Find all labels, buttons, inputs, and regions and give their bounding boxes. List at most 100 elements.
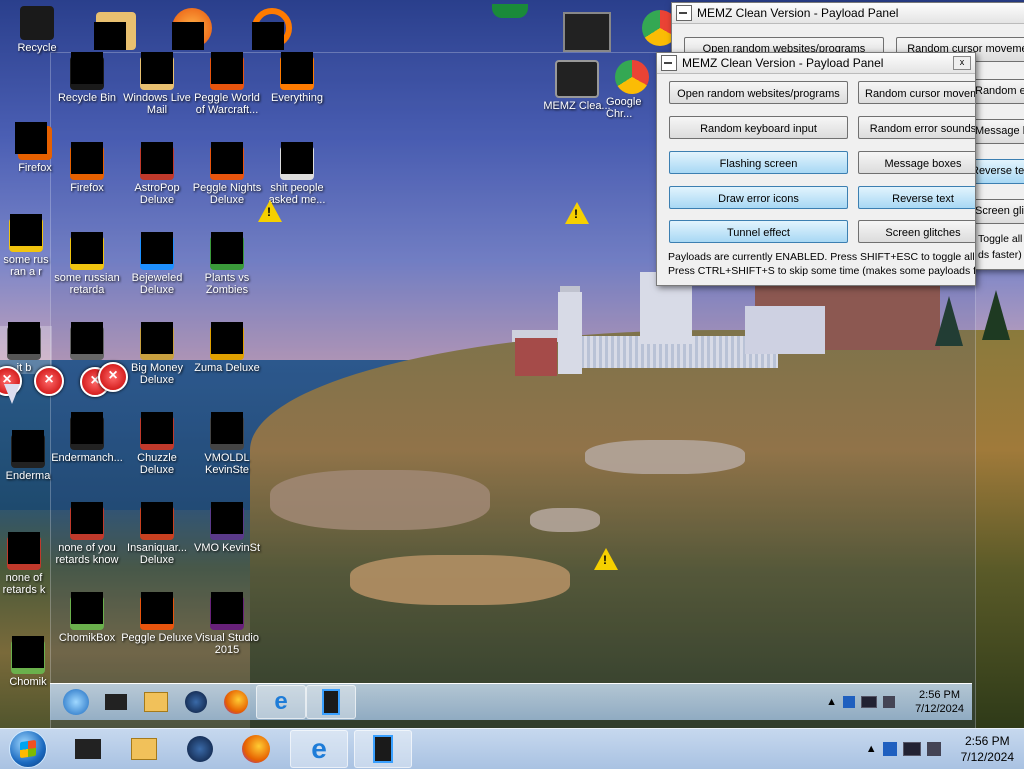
random-keyboard-button[interactable]: Random keyboard input <box>669 116 848 139</box>
media-player-button[interactable] <box>180 733 220 765</box>
censor-block <box>141 322 173 354</box>
desktop-icon-label: Big Money Deluxe <box>131 362 183 386</box>
peggle-icon[interactable] <box>172 8 212 50</box>
censor-block <box>281 52 313 84</box>
draw-error-icons-button[interactable]: Draw error icons <box>669 186 848 209</box>
panel-titlebar[interactable]: MEMZ Clean Version - Payload Panel x <box>657 53 975 74</box>
censor-block <box>71 322 103 354</box>
desktop-icon-label: ChomikBox <box>58 632 116 644</box>
censor-block <box>12 430 44 462</box>
flashing-screen-button[interactable]: Flashing screen <box>669 151 848 174</box>
desktop-icon-label: Plants vs Zombies <box>204 272 250 296</box>
desktop-icon[interactable]: VMO KevinSt <box>190 502 264 554</box>
media-player-icon <box>187 736 213 762</box>
enderman-icon <box>11 430 45 468</box>
desktop-icon[interactable]: Big Money Deluxe <box>120 322 194 386</box>
desktop-icon-chrome[interactable]: Google Chr... <box>606 60 658 120</box>
inner-clock: 2:56 PM 7/12/2024 <box>915 688 964 716</box>
desktop-icon[interactable]: Windows Live Mail <box>120 52 194 116</box>
desktop-icon-label: some russian retarda <box>54 272 120 296</box>
censor-block <box>141 52 173 84</box>
clock[interactable]: 2:56 PM 7/12/2024 <box>961 733 1014 765</box>
panel-title: MEMZ Clean Version - Payload Panel <box>682 56 884 70</box>
monitor-icon[interactable] <box>902 742 921 756</box>
shortcut-icon <box>70 322 104 360</box>
media-center-icon <box>96 686 136 718</box>
payload-panel[interactable]: MEMZ Clean Version - Payload Panel x Ope… <box>656 52 976 286</box>
explorer-icon <box>131 738 157 760</box>
censor-block <box>141 232 173 264</box>
desktop-icon[interactable]: none of you retards know <box>50 502 124 566</box>
desktop-icon[interactable]: some russian retarda <box>50 232 124 296</box>
desktop-icon[interactable]: Peggle Nights Deluxe <box>190 142 264 206</box>
volume-icon[interactable] <box>926 742 941 756</box>
desktop-icon[interactable]: Zuma Deluxe <box>190 322 264 374</box>
cursor-icon <box>4 384 20 404</box>
desktop-icon[interactable]: Peggle Deluxe <box>120 592 194 644</box>
ghost-button: Random error sounds <box>974 79 1024 104</box>
censor-block <box>71 412 103 444</box>
memz-icon <box>555 60 599 98</box>
show-hidden-icons-button[interactable]: ▲ <box>866 743 877 755</box>
desktop-icon[interactable]: ChomikBox <box>50 592 124 644</box>
chuzzle-icon <box>140 412 174 450</box>
desktop-icon[interactable]: Firefox <box>50 142 124 194</box>
outer-desktop-icon-recycle[interactable]: Recycle <box>0 6 74 54</box>
start-button[interactable] <box>8 730 48 768</box>
reverse-text-button[interactable]: Reverse text <box>858 186 975 209</box>
censor-block <box>8 322 40 354</box>
desktop-icon[interactable]: Visual Studio 2015 <box>190 592 264 656</box>
screen-glitches-button[interactable]: Screen glitches <box>858 220 975 243</box>
inner-start-button <box>56 686 96 718</box>
memz-icon[interactable] <box>563 12 611 52</box>
chomik-icon <box>70 592 104 630</box>
desktop-icon-memz[interactable]: MEMZ Clea... <box>540 60 614 112</box>
folder-icon[interactable] <box>94 12 136 50</box>
censor-block <box>71 52 103 84</box>
desktop-icon[interactable]: Peggle World of Warcraft... <box>190 52 264 116</box>
desktop-icon[interactable]: Endermanch... <box>50 412 124 464</box>
message-boxes-button[interactable]: Message boxes <box>858 151 975 174</box>
desktop-icon[interactable] <box>50 322 124 362</box>
desktop-icon[interactable]: Insaniquar... Deluxe <box>120 502 194 566</box>
shortcut-icon <box>7 322 41 360</box>
explorer-button[interactable] <box>124 733 164 765</box>
desktop-icon-label: Firefox <box>70 182 104 194</box>
censor-block <box>15 122 47 154</box>
random-error-sounds-button[interactable]: Random error sounds <box>858 116 975 139</box>
close-button[interactable]: x <box>953 56 971 70</box>
tunnel-effect-button[interactable]: Tunnel effect <box>669 220 848 243</box>
random-cursor-button[interactable]: Random cursor movement <box>858 81 975 104</box>
desktop-icon[interactable]: AstroPop Deluxe <box>120 142 194 206</box>
outer-desktop-icon-tf2[interactable]: none of retards k <box>0 532 52 596</box>
error-icon: × <box>98 362 128 392</box>
media-center-button[interactable] <box>68 733 108 765</box>
desktop-icon[interactable]: Recycle Bin <box>50 52 124 104</box>
memz-taskbar-button[interactable] <box>354 730 412 768</box>
open-random-websites-button[interactable]: Open random websites/programs <box>669 81 848 104</box>
network-icon[interactable] <box>882 742 897 756</box>
desktop-icon[interactable]: Bejeweled Deluxe <box>120 232 194 296</box>
desktop-icon-label: Peggle Nights Deluxe <box>192 182 262 206</box>
censor-block <box>211 142 243 174</box>
firefox-icon <box>216 686 256 718</box>
desktop-icon[interactable]: Chuzzle Deluxe <box>120 412 194 476</box>
censor-block <box>8 532 40 564</box>
ie-button[interactable]: e <box>290 730 348 768</box>
taskbar: e ▲ 2:56 PM 7/12/2024 <box>0 728 1024 769</box>
desktop-icon[interactable]: Plants vs Zombies <box>190 232 264 296</box>
firefox-button[interactable] <box>236 733 276 765</box>
document-icon <box>9 214 43 252</box>
ghost-status: ds faster) <box>978 249 1022 261</box>
outer-desktop-icon-document[interactable]: some rus ran a r <box>0 214 56 278</box>
desktop-icon[interactable]: VMOLDL KevinSte <box>190 412 264 476</box>
memz-taskbar-icon <box>373 735 393 763</box>
desktop-icon[interactable]: shit people asked me... <box>260 142 334 206</box>
desktop-icon-label: Zuma Deluxe <box>194 362 260 374</box>
zuma-icon <box>210 322 244 360</box>
everything-icon[interactable] <box>252 8 292 50</box>
document-icon <box>70 232 104 270</box>
inner-tray: ▲ 2:56 PM 7/12/2024 <box>826 688 964 716</box>
outer-desktop-icon-chomik[interactable]: Chomik <box>0 636 58 688</box>
desktop-icon[interactable]: Everything <box>260 52 334 104</box>
